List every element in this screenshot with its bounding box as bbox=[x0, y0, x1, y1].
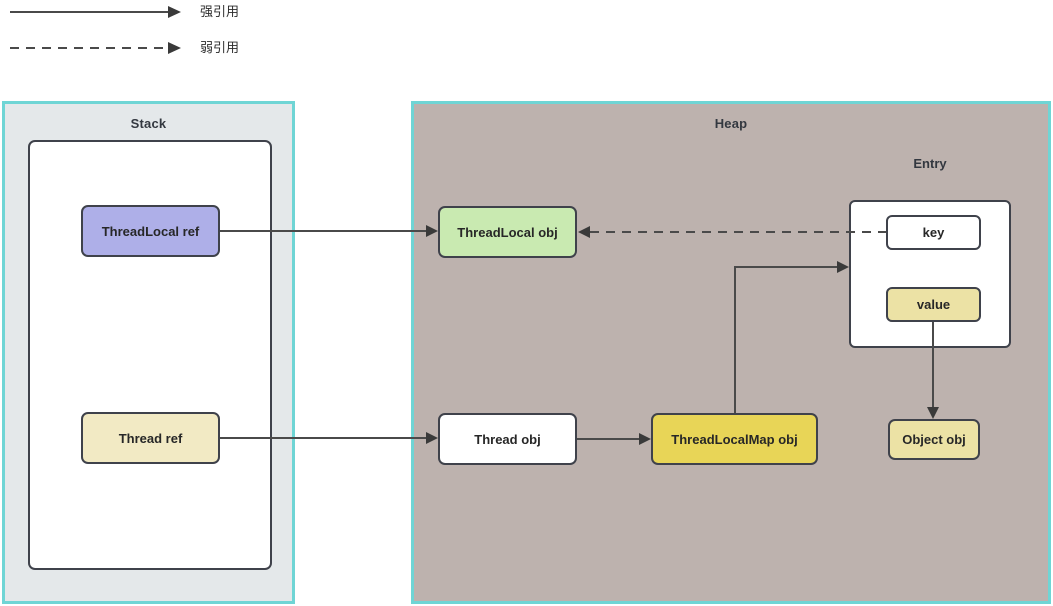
node-key[interactable]: key bbox=[886, 215, 981, 250]
heap-region: Heap bbox=[411, 101, 1051, 604]
solid-arrow-icon bbox=[10, 11, 170, 13]
node-object-obj[interactable]: Object obj bbox=[888, 419, 980, 460]
heap-region-title: Heap bbox=[714, 116, 748, 131]
legend-label-weak-reference: 弱引用 bbox=[200, 40, 240, 55]
edge-threadlocal-ref-to-threadlocal-obj bbox=[220, 230, 426, 232]
node-threadlocal-ref[interactable]: ThreadLocal ref bbox=[81, 205, 220, 257]
edge-thread-obj-to-threadlocalmap-obj bbox=[577, 438, 639, 440]
threadlocal-memory-diagram: 强引用 弱引用 Stack Heap Entry ThreadLocal ref… bbox=[0, 0, 1053, 606]
solid-arrow-head-icon bbox=[168, 6, 181, 18]
edge-value-to-object-obj bbox=[932, 322, 934, 408]
node-threadlocal-obj-label: ThreadLocal obj bbox=[457, 224, 558, 240]
entry-title: Entry bbox=[913, 156, 947, 171]
node-thread-ref[interactable]: Thread ref bbox=[81, 412, 220, 464]
edge-thread-ref-to-thread-obj-head bbox=[426, 432, 438, 444]
dashed-arrow-icon bbox=[10, 47, 170, 49]
edge-key-to-threadlocal-obj-head bbox=[578, 226, 590, 238]
node-value[interactable]: value bbox=[886, 287, 981, 322]
edge-threadlocalmap-obj-to-entry-horizontal bbox=[734, 266, 837, 268]
node-thread-obj[interactable]: Thread obj bbox=[438, 413, 577, 465]
edge-value-to-object-obj-head bbox=[927, 407, 939, 419]
legend-row-weak-reference: 弱引用 bbox=[10, 38, 310, 58]
node-threadlocalmap-obj-label: ThreadLocalMap obj bbox=[671, 431, 798, 447]
legend-row-strong-reference: 强引用 bbox=[10, 2, 310, 22]
edge-threadlocalmap-obj-to-entry-vertical bbox=[734, 266, 736, 413]
edge-thread-obj-to-threadlocalmap-obj-head bbox=[639, 433, 651, 445]
edge-threadlocalmap-obj-to-entry-head bbox=[837, 261, 849, 273]
node-threadlocal-ref-label: ThreadLocal ref bbox=[101, 223, 200, 239]
node-thread-ref-label: Thread ref bbox=[118, 430, 183, 446]
legend-label-strong-reference: 强引用 bbox=[200, 4, 240, 19]
stack-region-title: Stack bbox=[130, 116, 167, 131]
edge-threadlocal-ref-to-threadlocal-obj-head bbox=[426, 225, 438, 237]
node-thread-obj-label: Thread obj bbox=[474, 431, 541, 447]
node-threadlocal-obj[interactable]: ThreadLocal obj bbox=[438, 206, 577, 258]
node-key-label: key bbox=[922, 225, 945, 240]
node-object-obj-label: Object obj bbox=[902, 432, 966, 447]
dashed-arrow-head-icon bbox=[168, 42, 181, 54]
edge-key-to-threadlocal-obj bbox=[590, 231, 886, 233]
edge-thread-ref-to-thread-obj bbox=[220, 437, 426, 439]
node-threadlocalmap-obj[interactable]: ThreadLocalMap obj bbox=[651, 413, 818, 465]
node-value-label: value bbox=[916, 297, 951, 312]
